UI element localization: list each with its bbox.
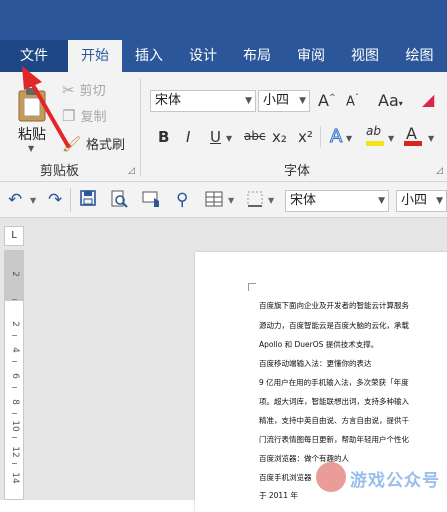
watermark-logo-icon — [316, 462, 346, 492]
watermark: 游戏公众号 — [316, 458, 444, 496]
annotation-arrow — [22, 66, 70, 148]
watermark-text: 游戏公众号 — [350, 471, 440, 491]
